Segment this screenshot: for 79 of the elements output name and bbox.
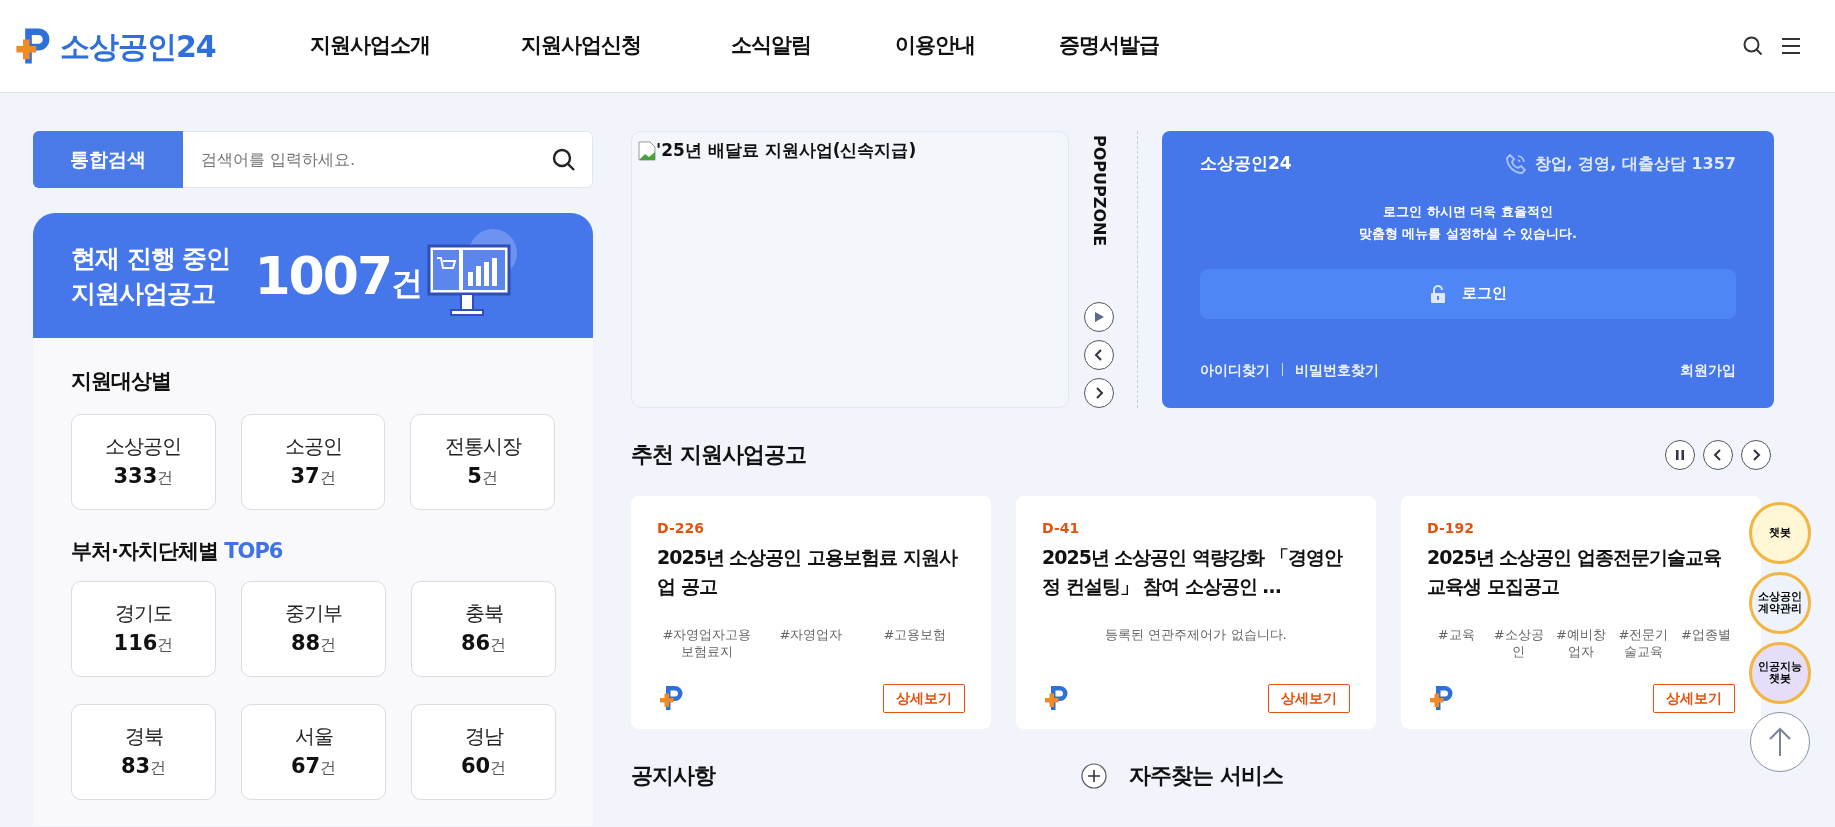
category-tile[interactable]: 전통시장 5건 [410,413,555,510]
detail-button[interactable]: 상세보기 [1653,683,1735,713]
search-icon[interactable] [552,147,576,172]
category-tile[interactable]: 경남 60건 [411,704,556,800]
card-title: 2025년 소상공인 역량강화 「경영안정 컨설팅」 참여 소상공인 … [1042,545,1344,600]
banner-text: 지원사업공고 [71,277,216,310]
site-logo[interactable]: 소상공인24 [60,23,216,69]
detail-button[interactable]: 상세보기 [1268,683,1350,713]
floating-shortcut-button[interactable]: 인공지능 챗봇 [1749,642,1811,704]
nav-link[interactable]: 증명서발급 [1059,33,1159,58]
menu-icon[interactable] [1781,37,1801,55]
category-tile[interactable]: 경기도 116건 [71,581,216,677]
topic-tag[interactable]: #자영업자고용보험료지 [657,627,757,661]
phone-icon [1504,152,1527,175]
card-title: 2025년 소상공인 고용보험료 지원사업 공고 [657,545,959,600]
detail-button[interactable]: 상세보기 [883,683,965,713]
chevron-right-icon [1094,387,1104,399]
previous-button[interactable] [1084,340,1114,370]
pause-icon [1674,448,1686,461]
chevron-right-icon [1751,448,1761,461]
topic-tag[interactable]: #전문기술교육 [1614,627,1673,661]
topic-tag[interactable]: #자영업자 [761,627,861,661]
login-message: 맞춤형 메뉴를 설정하실 수 있습니다. [1357,224,1578,243]
announcement-card[interactable]: D-41 2025년 소상공인 역량강화 「경영안정 컨설팅」 참여 소상공인 … 등록된 연관주제어가 없습니다. 상세보기 [1016,496,1376,729]
category-tile[interactable]: 소공인 37건 [240,413,386,510]
find-password-link[interactable]: 비밀번호찾기 [1295,359,1379,380]
section-title: 추천 지원사업공고 [631,441,806,469]
popup-panel[interactable]: '25년 배달료 지원사업(신속지급) [631,131,1069,408]
floating-shortcut-button[interactable]: 챗봇 [1749,502,1811,564]
empty-tags-note: 등록된 연관주제어가 없습니다. [1104,627,1288,644]
nav-link[interactable]: 소식알림 [731,33,811,58]
section-title: 자주찾는 서비스 [1129,762,1283,790]
d-day-label: D-41 [1042,519,1081,538]
next-button[interactable] [1084,378,1114,408]
banner-text: 현재 진행 중인 [71,242,231,275]
popup-zone-label: POPUPZONE [1089,135,1110,247]
pause-button[interactable] [1665,439,1695,470]
floating-shortcut-button[interactable]: 소상공인 계약관리 [1749,572,1811,634]
lock-icon [1429,284,1446,303]
play-button[interactable] [1084,302,1114,332]
section-title: 부처·자치단체별 TOP6 [71,537,284,565]
search-field[interactable]: 검색어를 입력하세요. [183,131,593,188]
category-tile[interactable]: 소상공인 333건 [71,413,216,510]
category-tile[interactable]: 경북 83건 [71,704,216,800]
topic-tag[interactable]: #업종별 [1676,627,1736,661]
login-message: 로그인 하시면 더욱 효율적인 [1382,202,1554,221]
signup-link[interactable]: 회원가입 [1680,359,1736,380]
topic-tag[interactable]: #예비창업자 [1551,627,1611,661]
image-alt-text: '25년 배달료 지원사업(신속지급) [656,139,917,162]
category-tile[interactable]: 서울 67건 [241,704,386,800]
plus-icon[interactable] [1081,762,1107,789]
login-brand: 소상공인24 [1200,152,1292,175]
announcement-card[interactable]: D-226 2025년 소상공인 고용보험료 지원사업 공고 #자영업자고용보험료지 #자영업자 #고용보험 상세보기 [631,496,991,729]
d-day-label: D-226 [657,519,705,538]
nav-link[interactable]: 지원사업소개 [310,33,430,58]
chevron-left-icon [1094,349,1104,361]
total-count: 1007건 [254,244,422,308]
play-icon [1093,311,1105,323]
next-button[interactable] [1741,439,1771,470]
d-day-label: D-192 [1427,519,1475,538]
search-icon[interactable] [1743,36,1763,56]
scroll-top-button[interactable] [1750,712,1810,772]
nav-link[interactable]: 이용안내 [895,33,975,58]
arrow-up-icon [1768,727,1792,757]
find-id-link[interactable]: 아이디찾기 [1200,359,1270,380]
broken-image-icon [638,140,656,161]
nav-link[interactable]: 지원사업신청 [521,33,641,58]
card-title: 2025년 소상공인 업종전문기술교육 교육생 모집공고 [1427,545,1723,600]
topic-tag[interactable]: #교육 [1427,627,1486,661]
section-title: 지원대상별 [71,368,172,395]
previous-button[interactable] [1703,439,1733,470]
topic-tag[interactable]: #고용보험 [865,627,965,661]
category-tile[interactable]: 중기부 88건 [241,581,386,677]
consult-phone-text: 창업, 경영, 대출상담 1357 [1534,152,1736,175]
search-button[interactable]: 통합검색 [33,131,183,188]
chevron-left-icon [1713,448,1723,461]
topic-tag[interactable]: #소상공인 [1489,627,1548,661]
category-tile[interactable]: 충북 86건 [411,581,556,677]
section-title: 공지사항 [631,762,715,790]
